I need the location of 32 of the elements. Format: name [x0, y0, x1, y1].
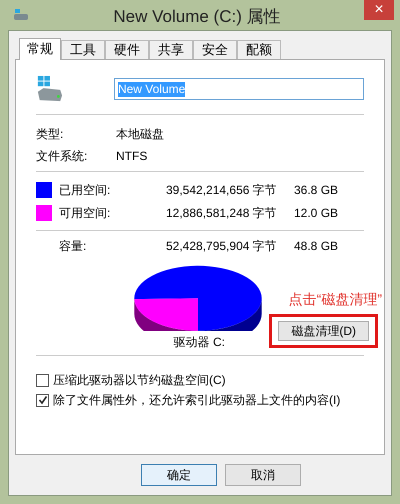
close-button[interactable]: × — [364, 0, 394, 20]
window-title: New Volume (C:) 属性 — [112, 6, 282, 28]
tab[interactable]: 工具 — [61, 40, 105, 59]
property-value: NTFS — [116, 148, 148, 165]
space-label: 可用空间: — [59, 204, 112, 222]
capacity-label: 容量: — [59, 238, 88, 255]
property-label: 类型: — [36, 126, 64, 143]
property-label: 文件系统: — [36, 148, 88, 165]
drive-icon — [36, 74, 64, 104]
tab[interactable]: 硬件 — [105, 40, 149, 59]
checkbox[interactable] — [36, 374, 49, 386]
checkbox[interactable] — [36, 394, 49, 406]
property-value: 本地磁盘 — [116, 126, 164, 143]
capacity-bytes: 52,428,795,904 字节 — [166, 238, 278, 255]
annotation-text: 点击“磁盘清理” — [288, 290, 382, 309]
checkbox-label: 压缩此驱动器以节约磁盘空间(C) — [53, 372, 226, 389]
dialog-button[interactable]: 取消 — [225, 464, 301, 486]
tab[interactable]: 常规 — [19, 38, 61, 60]
drive-label: 驱动器 C: — [174, 334, 225, 351]
tab[interactable]: 配额 — [237, 40, 281, 59]
checkbox-label: 除了文件属性外，还允许索引此驱动器上文件的内容(I) — [53, 392, 340, 409]
space-label: 已用空间: — [59, 182, 112, 198]
tab[interactable]: 共享 — [149, 40, 193, 59]
dialog-button[interactable]: 确定 — [141, 464, 217, 486]
drive-icon — [12, 8, 30, 22]
space-size: 12.0 GB — [294, 204, 338, 222]
disk-cleanup-button[interactable]: 磁盘清理(D) — [278, 321, 369, 341]
space-bytes: 12,886,581,248 字节 — [166, 204, 278, 222]
capacity-size: 48.8 GB — [294, 238, 338, 255]
space-bytes: 39,542,214,656 字节 — [166, 182, 278, 198]
space-size: 36.8 GB — [294, 182, 338, 198]
tab[interactable]: 安全 — [193, 40, 237, 59]
